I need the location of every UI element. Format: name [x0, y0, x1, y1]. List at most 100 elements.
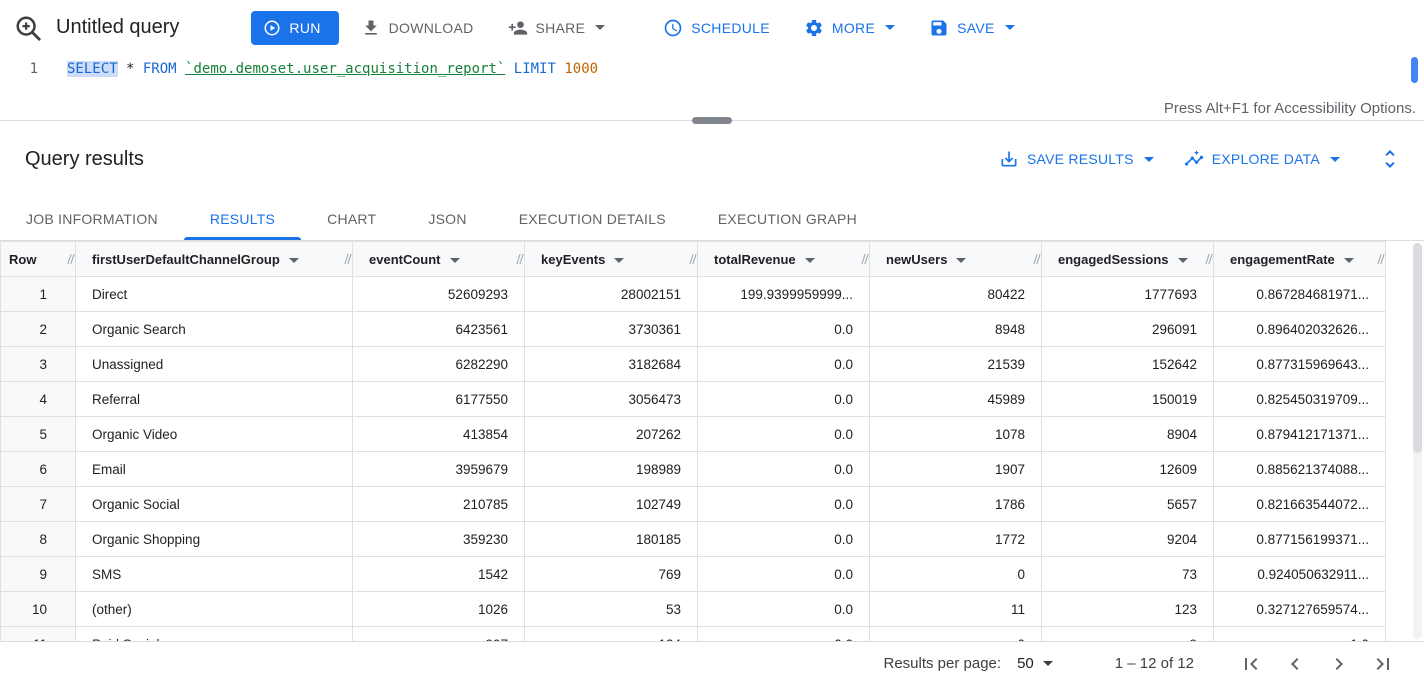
- tab-execution-details[interactable]: EXECUTION DETAILS: [493, 197, 692, 240]
- data-cell[interactable]: 1026: [353, 592, 525, 627]
- data-cell[interactable]: 296091: [1042, 312, 1214, 347]
- data-cell[interactable]: 73: [1042, 557, 1214, 592]
- tab-results[interactable]: RESULTS: [184, 197, 301, 240]
- column-header-engagementRate[interactable]: engagementRate: [1214, 242, 1386, 277]
- data-cell[interactable]: 9: [1042, 627, 1214, 642]
- row-number-cell[interactable]: 10: [1, 592, 76, 627]
- data-cell[interactable]: 3056473: [525, 382, 698, 417]
- tab-job-information[interactable]: JOB INFORMATION: [0, 197, 184, 240]
- data-cell[interactable]: 3730361: [525, 312, 698, 347]
- data-cell[interactable]: 997: [353, 627, 525, 642]
- table-scrollbar[interactable]: [1413, 243, 1422, 639]
- data-cell[interactable]: 180185: [525, 522, 698, 557]
- data-cell[interactable]: 0.0: [698, 417, 870, 452]
- data-cell[interactable]: 769: [525, 557, 698, 592]
- data-cell[interactable]: Referral: [76, 382, 353, 417]
- data-cell[interactable]: 134: [525, 627, 698, 642]
- data-cell[interactable]: 359230: [353, 522, 525, 557]
- table-row[interactable]: 3Unassigned628229031826840.0215391526420…: [1, 347, 1386, 382]
- data-cell[interactable]: 80422: [870, 277, 1042, 312]
- column-resize-handle[interactable]: [1207, 254, 1211, 264]
- data-cell[interactable]: Organic Video: [76, 417, 353, 452]
- data-cell[interactable]: Email: [76, 452, 353, 487]
- data-cell[interactable]: 198989: [525, 452, 698, 487]
- data-cell[interactable]: 6282290: [353, 347, 525, 382]
- table-row[interactable]: 4Referral617755030564730.0459891500190.8…: [1, 382, 1386, 417]
- data-cell[interactable]: 0.0: [698, 522, 870, 557]
- data-cell[interactable]: 1907: [870, 452, 1042, 487]
- sort-dropdown-icon[interactable]: [956, 258, 966, 263]
- data-cell[interactable]: Direct: [76, 277, 353, 312]
- table-row[interactable]: 6Email39596791989890.01907126090.8856213…: [1, 452, 1386, 487]
- data-cell[interactable]: 0.821663544072...: [1214, 487, 1386, 522]
- data-cell[interactable]: Unassigned: [76, 347, 353, 382]
- row-number-cell[interactable]: 9: [1, 557, 76, 592]
- data-cell[interactable]: 5657: [1042, 487, 1214, 522]
- data-cell[interactable]: 3959679: [353, 452, 525, 487]
- data-cell[interactable]: 0.0: [698, 347, 870, 382]
- data-cell[interactable]: 199.9399959999...: [698, 277, 870, 312]
- data-cell[interactable]: 0.877315969643...: [1214, 347, 1386, 382]
- data-cell[interactable]: 8948: [870, 312, 1042, 347]
- row-number-cell[interactable]: 6: [1, 452, 76, 487]
- data-cell[interactable]: 0.0: [698, 557, 870, 592]
- data-cell[interactable]: 3182684: [525, 347, 698, 382]
- data-cell[interactable]: (other): [76, 592, 353, 627]
- data-cell[interactable]: 6177550: [353, 382, 525, 417]
- share-button[interactable]: SHARE: [496, 10, 618, 46]
- data-cell[interactable]: 152642: [1042, 347, 1214, 382]
- data-cell[interactable]: Organic Social: [76, 487, 353, 522]
- next-page-button[interactable]: [1324, 649, 1354, 679]
- data-cell[interactable]: 1772: [870, 522, 1042, 557]
- column-header-newUsers[interactable]: newUsers: [870, 242, 1042, 277]
- column-resize-handle[interactable]: [691, 254, 695, 264]
- row-number-cell[interactable]: 8: [1, 522, 76, 557]
- data-cell[interactable]: 1542: [353, 557, 525, 592]
- data-cell[interactable]: 11: [870, 592, 1042, 627]
- data-cell[interactable]: 0.0: [698, 452, 870, 487]
- data-cell[interactable]: 8904: [1042, 417, 1214, 452]
- table-row[interactable]: 2Organic Search642356137303610.089482960…: [1, 312, 1386, 347]
- data-cell[interactable]: 21539: [870, 347, 1042, 382]
- data-cell[interactable]: 0.896402032626...: [1214, 312, 1386, 347]
- data-cell[interactable]: 0.0: [698, 382, 870, 417]
- row-number-cell[interactable]: 1: [1, 277, 76, 312]
- data-cell[interactable]: 52609293: [353, 277, 525, 312]
- table-row[interactable]: 5Organic Video4138542072620.0107889040.8…: [1, 417, 1386, 452]
- data-cell[interactable]: 0: [870, 557, 1042, 592]
- sql-editor[interactable]: 1 SELECT * FROM `demo.demoset.user_acqui…: [0, 55, 1424, 121]
- tab-execution-graph[interactable]: EXECUTION GRAPH: [692, 197, 883, 240]
- data-cell[interactable]: 1777693: [1042, 277, 1214, 312]
- column-header-keyEvents[interactable]: keyEvents: [525, 242, 698, 277]
- save-results-button[interactable]: SAVE RESULTS: [999, 149, 1154, 169]
- column-resize-handle[interactable]: [69, 254, 73, 264]
- column-resize-handle[interactable]: [1379, 254, 1383, 264]
- data-cell[interactable]: 28002151: [525, 277, 698, 312]
- more-button[interactable]: MORE: [792, 10, 907, 46]
- column-header-Row[interactable]: Row: [1, 242, 76, 277]
- sort-dropdown-icon[interactable]: [805, 258, 815, 263]
- row-number-cell[interactable]: 5: [1, 417, 76, 452]
- table-row[interactable]: 9SMS15427690.00730.924050632911...: [1, 557, 1386, 592]
- column-resize-handle[interactable]: [1035, 254, 1039, 264]
- column-resize-handle[interactable]: [518, 254, 522, 264]
- data-cell[interactable]: 1078: [870, 417, 1042, 452]
- column-resize-handle[interactable]: [863, 254, 867, 264]
- table-scrollbar-thumb[interactable]: [1413, 243, 1422, 453]
- editor-scrollbar[interactable]: [1411, 57, 1418, 83]
- table-row[interactable]: 10(other)1026530.0111230.327127659574...: [1, 592, 1386, 627]
- prev-page-button[interactable]: [1280, 649, 1310, 679]
- data-cell[interactable]: 0.879412171371...: [1214, 417, 1386, 452]
- column-header-engagedSessions[interactable]: engagedSessions: [1042, 242, 1214, 277]
- expand-results-button[interactable]: [1378, 147, 1402, 171]
- save-button[interactable]: SAVE: [917, 10, 1027, 46]
- data-cell[interactable]: 0: [870, 627, 1042, 642]
- sort-dropdown-icon[interactable]: [289, 258, 299, 263]
- sort-dropdown-icon[interactable]: [1178, 258, 1188, 263]
- download-button[interactable]: DOWNLOAD: [349, 10, 486, 46]
- data-cell[interactable]: 207262: [525, 417, 698, 452]
- column-resize-handle[interactable]: [346, 254, 350, 264]
- table-row[interactable]: 7Organic Social2107851027490.0178656570.…: [1, 487, 1386, 522]
- data-cell[interactable]: 12609: [1042, 452, 1214, 487]
- tab-json[interactable]: JSON: [402, 197, 492, 240]
